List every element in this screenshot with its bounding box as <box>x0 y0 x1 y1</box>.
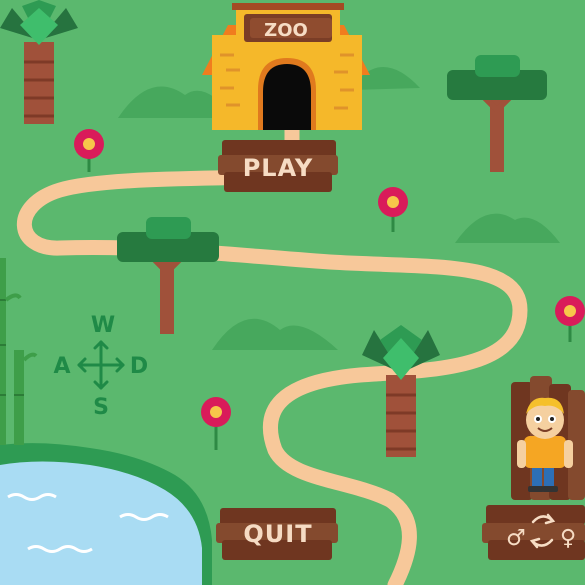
female-symbol-icon: ♀ <box>560 526 576 551</box>
control-up-key: W <box>91 313 115 338</box>
tree-trunk <box>490 88 504 172</box>
quit-button[interactable]: QUIT <box>216 508 338 560</box>
gender-toggle-button[interactable]: ♂ ♀ <box>482 505 585 560</box>
zoo-sign-text: ZOO <box>264 20 308 41</box>
map-scene: ZOO PLAY QUIT W A D S ♂ ♀ <box>0 0 585 585</box>
zoo-roof-trim <box>232 3 344 10</box>
zoo-entrance <box>263 64 311 130</box>
control-left-key: A <box>53 354 70 379</box>
tree-trunk <box>160 250 174 334</box>
quit-label: QUIT <box>243 520 312 548</box>
play-label: PLAY <box>243 154 314 182</box>
bamboo-stalk <box>14 350 24 445</box>
palm-trunk <box>24 42 54 124</box>
male-symbol-icon: ♂ <box>506 526 526 551</box>
gender-board-plank <box>486 505 585 525</box>
control-right-key: D <box>130 354 148 379</box>
bamboo-stalk <box>0 258 6 445</box>
game-screen: ZOO PLAY QUIT W A D S ♂ ♀ <box>0 0 585 585</box>
palm-trunk <box>386 375 416 457</box>
play-button[interactable]: PLAY <box>218 140 338 192</box>
control-down-key: S <box>93 395 109 420</box>
